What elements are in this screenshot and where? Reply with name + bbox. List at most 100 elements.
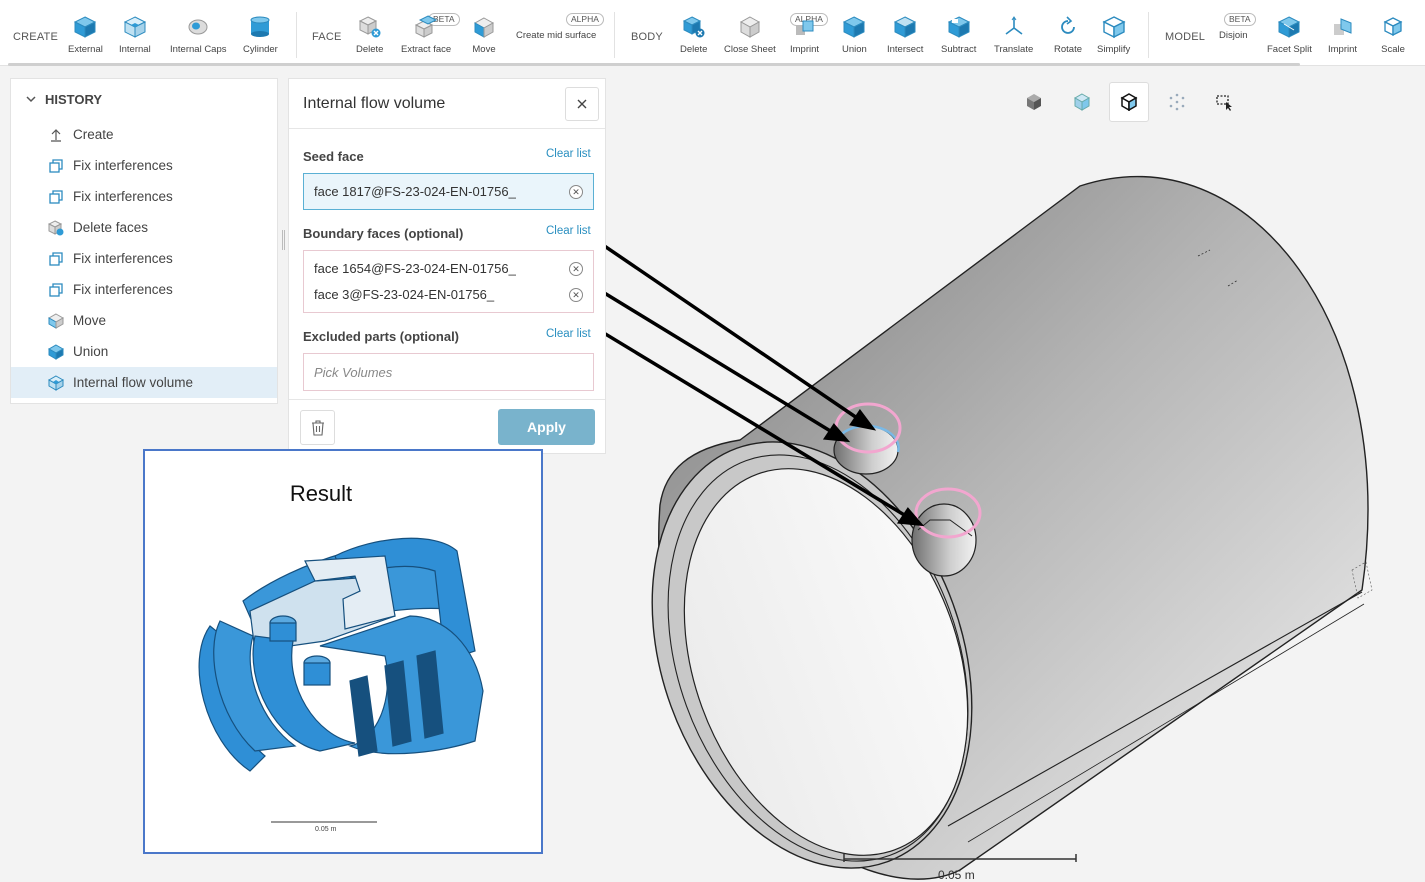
move-cube-icon: [48, 312, 64, 329]
result-flow-volume-render: [198, 537, 484, 823]
internal-flow-volume-dialog: Internal flow volume Seed face Clear lis…: [288, 78, 606, 454]
view-points-button[interactable]: [1157, 82, 1197, 122]
internal-volume-icon: [48, 374, 64, 391]
boundary-face-value: face 1654@FS-23-024-EN-01756_: [314, 261, 516, 276]
model-imprint-button[interactable]: Imprint: [1328, 14, 1357, 60]
history-item-fix-interferences[interactable]: Fix interferences: [11, 274, 277, 305]
scale-cube-icon: [1381, 14, 1405, 40]
panel-resize-handle[interactable]: [282, 230, 285, 250]
toolbar-separator: [296, 12, 297, 58]
close-sheet-button[interactable]: Close Sheet: [724, 14, 776, 60]
seed-face-value: face 1817@FS-23-024-EN-01756_: [314, 184, 516, 199]
toolbar-separator: [614, 12, 615, 58]
excluded-parts-label: Excluded parts (optional): [303, 329, 460, 344]
seed-face-field[interactable]: face 1817@FS-23-024-EN-01756_ ✕: [303, 173, 594, 210]
view-solid-button[interactable]: [1014, 82, 1054, 122]
history-item-fix-interferences[interactable]: Fix interferences: [11, 150, 277, 181]
scale-button[interactable]: Scale: [1381, 14, 1405, 60]
alpha-tag: ALPHA: [566, 13, 604, 26]
ribbon-toolbar: CREATE External Internal Internal Caps C…: [0, 0, 1425, 66]
extract-face-icon: [414, 14, 438, 40]
simplify-button[interactable]: Simplify: [1097, 14, 1130, 60]
apply-button[interactable]: Apply: [498, 409, 595, 445]
face-delete-button[interactable]: Delete: [356, 14, 383, 60]
create-internal-button[interactable]: Internal: [119, 14, 151, 60]
upper-hole: [833, 424, 900, 475]
boundary-faces-label: Boundary faces (optional): [303, 226, 464, 241]
delete-operation-button[interactable]: [300, 410, 335, 445]
edges-cube-icon: [1120, 93, 1138, 111]
delete-body-icon: [682, 14, 706, 40]
boundary-faces-field[interactable]: face 1654@FS-23-024-EN-01756_ ✕ face 3@F…: [303, 250, 594, 313]
create-cylinder-button[interactable]: Cylinder: [243, 14, 278, 60]
result-inset: Result 0.05 m: [143, 449, 543, 854]
history-panel: HISTORY Create Fix interferences Fix int…: [10, 78, 278, 404]
union-button[interactable]: Union: [842, 14, 867, 60]
copy-icon: [48, 158, 64, 174]
group-label-face: FACE: [312, 31, 342, 43]
copy-icon: [48, 282, 64, 298]
remove-seed-face-icon[interactable]: ✕: [569, 185, 583, 199]
dialog-divider: [289, 128, 605, 129]
union-cube-icon: [48, 343, 64, 360]
face-move-button[interactable]: Move: [472, 14, 496, 60]
chevron-down-icon: [26, 96, 36, 103]
toolbar-separator: [1148, 12, 1149, 58]
transparent-cube-icon: [1073, 93, 1091, 111]
internal-caps-icon: [186, 14, 210, 40]
copy-icon: [48, 189, 64, 205]
delete-face-icon: [48, 219, 64, 236]
solid-cube-icon: [1027, 94, 1041, 110]
history-item-move[interactable]: Move: [11, 305, 277, 336]
imprint-icon: [1331, 14, 1355, 40]
rotate-icon: [1056, 14, 1080, 40]
result-scale-label: 0.05 m: [315, 826, 337, 833]
history-item-union[interactable]: Union: [11, 336, 277, 367]
boundary-face-value: face 3@FS-23-024-EN-01756_: [314, 287, 495, 302]
history-item-delete-faces[interactable]: Delete faces: [11, 212, 277, 243]
seed-clear-list-link[interactable]: Clear list: [546, 148, 591, 160]
extract-face-button[interactable]: Extract face: [401, 14, 451, 60]
imprint-icon: [793, 14, 817, 40]
create-internal-caps-button[interactable]: Internal Caps: [170, 14, 227, 60]
facet-split-button[interactable]: Facet Split: [1267, 14, 1312, 60]
seed-face-label: Seed face: [303, 149, 364, 164]
viewport-scale-label: 0.05 m: [938, 868, 975, 882]
translate-axes-icon: [1002, 14, 1026, 40]
dialog-title: Internal flow volume: [303, 95, 446, 112]
box-select-button[interactable]: [1204, 82, 1244, 122]
history-item-create[interactable]: Create: [11, 119, 277, 150]
history-item-fix-interferences[interactable]: Fix interferences: [11, 243, 277, 274]
subtract-button[interactable]: Subtract: [941, 14, 976, 60]
create-external-button[interactable]: External: [68, 14, 103, 60]
intersect-icon: [893, 14, 917, 40]
excluded-parts-field[interactable]: Pick Volumes: [303, 353, 594, 391]
excluded-parts-placeholder: Pick Volumes: [314, 365, 393, 380]
boundary-clear-list-link[interactable]: Clear list: [546, 225, 591, 237]
close-sheet-icon: [738, 14, 762, 40]
history-item-internal-flow-volume[interactable]: Internal flow volume: [11, 367, 277, 398]
rotate-button[interactable]: Rotate: [1054, 14, 1082, 60]
dialog-divider: [289, 399, 605, 400]
translate-button[interactable]: Translate: [994, 14, 1033, 60]
group-label-create: CREATE: [13, 31, 59, 43]
history-item-fix-interferences[interactable]: Fix interferences: [11, 181, 277, 212]
body-imprint-button[interactable]: Imprint: [790, 14, 819, 60]
box-select-icon: [1216, 95, 1232, 111]
group-label-body: BODY: [631, 31, 663, 43]
copy-icon: [48, 251, 64, 267]
body-delete-button[interactable]: Delete: [680, 14, 707, 60]
view-edges-button[interactable]: [1109, 82, 1149, 122]
group-label-model: MODEL: [1165, 31, 1206, 43]
close-button[interactable]: [565, 87, 599, 121]
trash-icon: [311, 419, 324, 436]
intersect-button[interactable]: Intersect: [887, 14, 923, 60]
subtract-icon: [947, 14, 971, 40]
excluded-clear-list-link[interactable]: Clear list: [546, 328, 591, 340]
remove-boundary-face-icon[interactable]: ✕: [569, 262, 583, 276]
beta-tag: BETA: [1224, 13, 1256, 26]
history-header[interactable]: HISTORY: [11, 79, 277, 119]
remove-boundary-face-icon[interactable]: ✕: [569, 288, 583, 302]
upload-icon: [48, 127, 64, 143]
view-transparent-button[interactable]: [1062, 82, 1102, 122]
